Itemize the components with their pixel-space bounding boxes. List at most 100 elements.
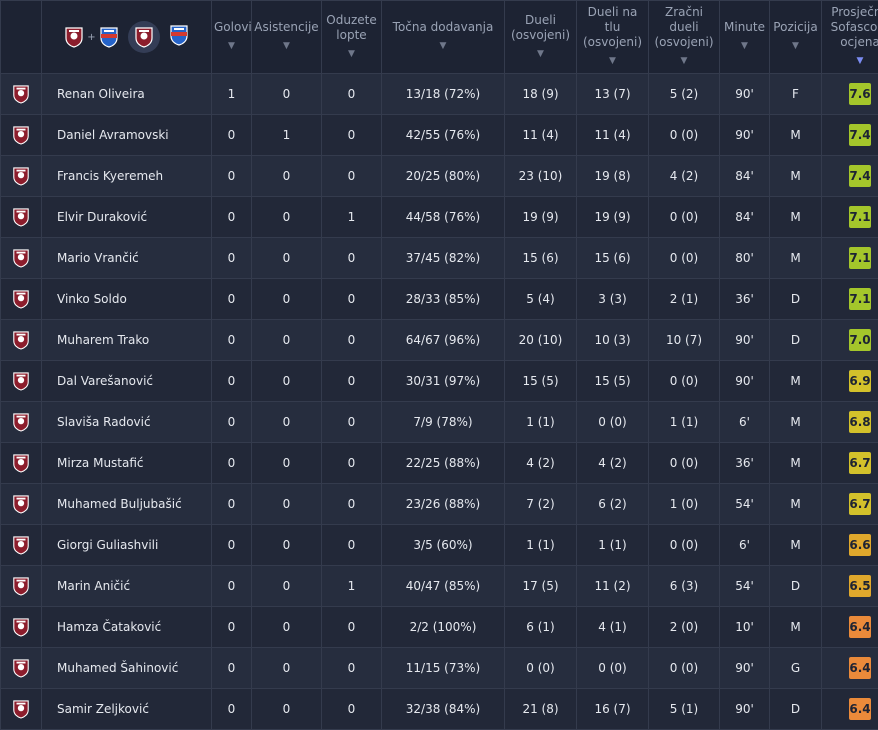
rating-cell: 7.1 <box>821 278 878 320</box>
player-name[interactable]: Mirza Mustafić <box>41 442 212 484</box>
sort-arrow-icon[interactable]: ▼ <box>650 54 719 69</box>
table-row[interactable]: Muhamed Buljubašić 0 0 0 23/26 (88%) 7 (2) 6 (… <box>0 483 878 525</box>
stat-assists: 0 <box>251 278 322 320</box>
stat-duels: 19 (9) <box>504 196 577 238</box>
stat-assists: 0 <box>251 483 322 525</box>
stat-duels: 17 (5) <box>504 565 577 607</box>
table-row[interactable]: Hamza Čataković 0 0 0 2/2 (100%) 6 (1) 4 (1) 2 … <box>0 606 878 648</box>
rating-badge: 6.7 <box>849 452 871 474</box>
team-crest-cell <box>0 278 42 320</box>
stat-assists: 0 <box>251 606 322 648</box>
column-header-rating[interactable]: Prosječna Sofascore ocjena ▼ <box>821 0 878 74</box>
stat-goals: 0 <box>211 647 252 689</box>
team-crest-cell <box>0 442 42 484</box>
column-header-duels[interactable]: Dueli (osvojeni) ▼ <box>504 0 577 74</box>
table-row[interactable]: Francis Kyeremeh 0 0 0 20/25 (80%) 23 (10) 19 … <box>0 155 878 197</box>
sort-arrow-icon[interactable]: ▼ <box>578 54 648 69</box>
table-row[interactable]: Mario Vrančić 0 0 0 37/45 (82%) 15 (6) 15 (6) 0… <box>0 237 878 279</box>
team-crest-cell <box>0 237 42 279</box>
club-crest-icon <box>13 618 29 637</box>
player-name[interactable]: Hamza Čataković <box>41 606 212 648</box>
player-name[interactable]: Mario Vrančić <box>41 237 212 279</box>
team-crest-cell <box>0 155 42 197</box>
player-name[interactable]: Samir Zeljković <box>41 688 212 730</box>
stat-tackles: 0 <box>321 442 382 484</box>
stat-aerial-duels: 2 (0) <box>648 606 720 648</box>
stat-ground-duels: 0 (0) <box>576 401 649 443</box>
sort-arrow-icon[interactable]: ▼ <box>323 47 381 62</box>
stat-duels: 20 (10) <box>504 319 577 361</box>
column-header-ground-duels[interactable]: Dueli na tlu (osvojeni) ▼ <box>576 0 649 74</box>
table-row[interactable]: Muhamed Šahinović 0 0 0 11/15 (73%) 0 (0) 0 (0… <box>0 647 878 689</box>
filter-away-team[interactable] <box>169 24 189 50</box>
column-header-label: Golovi <box>214 20 252 34</box>
column-header-aerial-duels[interactable]: Zračni dueli (osvojeni) ▼ <box>648 0 720 74</box>
rating-badge: 6.7 <box>849 493 871 515</box>
stat-accurate-passes: 22/25 (88%) <box>381 442 505 484</box>
filter-home-team[interactable] <box>127 21 160 53</box>
table-row[interactable]: Mirza Mustafić 0 0 0 22/25 (88%) 4 (2) 4 (2) 0 … <box>0 442 878 484</box>
team-crest-cell <box>0 688 42 730</box>
table-row[interactable]: Renan Oliveira 1 0 0 13/18 (72%) 18 (9) 13 (7)… <box>0 73 878 115</box>
player-name[interactable]: Slaviša Radović <box>41 401 212 443</box>
stat-aerial-duels: 0 (0) <box>648 196 720 238</box>
stat-aerial-duels: 1 (0) <box>648 483 720 525</box>
player-name[interactable]: Elvir Duraković <box>41 196 212 238</box>
header-blank-cell <box>0 0 42 74</box>
table-row[interactable]: Daniel Avramovski 0 1 0 42/55 (76%) 11 (4) 11 … <box>0 114 878 156</box>
player-name[interactable]: Marin Aničić <box>41 565 212 607</box>
table-row[interactable]: Muharem Trako 0 0 0 64/67 (96%) 20 (10) 10 (3)… <box>0 319 878 361</box>
player-name[interactable]: Muharem Trako <box>41 319 212 361</box>
player-name[interactable]: Francis Kyeremeh <box>41 155 212 197</box>
club-crest-icon <box>135 27 153 48</box>
table-row[interactable]: Vinko Soldo 0 0 0 28/33 (85%) 5 (4) 3 (3) 2 (1)… <box>0 278 878 320</box>
column-header-goals[interactable]: Golovi ▼ <box>211 0 252 74</box>
rating-cell: 6.7 <box>821 483 878 525</box>
table-row[interactable]: Giorgi Guliashvili 0 0 0 3/5 (60%) 1 (1) 1 (1)… <box>0 524 878 566</box>
sort-arrow-icon[interactable]: ▼ <box>721 39 769 54</box>
team-crest-cell <box>0 401 42 443</box>
player-name[interactable]: Vinko Soldo <box>41 278 212 320</box>
table-row[interactable]: Marin Aničić 0 0 1 40/47 (85%) 17 (5) 11 (2) 6 … <box>0 565 878 607</box>
table-row[interactable]: Samir Zeljković 0 0 0 32/38 (84%) 21 (8) 16 (7… <box>0 688 878 730</box>
club-crest-icon <box>13 331 29 350</box>
table-row[interactable]: Elvir Duraković 0 0 1 44/58 (76%) 19 (9) 19 (9… <box>0 196 878 238</box>
stat-duels: 1 (1) <box>504 524 577 566</box>
sort-arrow-icon[interactable]: ▼ <box>213 39 251 54</box>
sort-arrow-icon[interactable]: ▼ <box>383 39 504 54</box>
table-row[interactable]: Slaviša Radović 0 0 0 7/9 (78%) 1 (1) 0 (0) 1 (… <box>0 401 878 443</box>
stat-position: M <box>769 524 822 566</box>
stat-aerial-duels: 5 (1) <box>648 688 720 730</box>
sort-arrow-icon[interactable]: ▼ <box>771 39 821 54</box>
stat-aerial-duels: 0 (0) <box>648 237 720 279</box>
rating-badge: 6.4 <box>849 616 871 638</box>
sort-arrow-icon[interactable]: ▼ <box>253 39 321 54</box>
column-header-minutes[interactable]: Minute ▼ <box>719 0 770 74</box>
stat-aerial-duels: 0 (0) <box>648 524 720 566</box>
player-name[interactable]: Dal Varešanović <box>41 360 212 402</box>
stat-aerial-duels: 0 (0) <box>648 360 720 402</box>
stat-assists: 0 <box>251 688 322 730</box>
player-name[interactable]: Giorgi Guliashvili <box>41 524 212 566</box>
sort-arrow-icon[interactable]: ▼ <box>823 54 878 69</box>
player-name[interactable]: Muhamed Buljubašić <box>41 483 212 525</box>
player-name[interactable]: Renan Oliveira <box>41 73 212 115</box>
sort-arrow-icon[interactable]: ▼ <box>506 47 576 62</box>
stat-minutes: 84' <box>719 155 770 197</box>
column-header-tackles[interactable]: Oduzete lopte ▼ <box>321 0 382 74</box>
club-crest-icon <box>13 290 29 309</box>
stat-position: M <box>769 114 822 156</box>
stat-goals: 0 <box>211 401 252 443</box>
player-name[interactable]: Daniel Avramovski <box>41 114 212 156</box>
club-crest-icon <box>13 454 29 473</box>
column-header-passes[interactable]: Točna dodavanja ▼ <box>381 0 505 74</box>
player-name[interactable]: Muhamed Šahinović <box>41 647 212 689</box>
stat-aerial-duels: 4 (2) <box>648 155 720 197</box>
rating-cell: 7.6 <box>821 73 878 115</box>
filter-both-teams[interactable]: + <box>64 26 118 48</box>
rating-cell: 6.5 <box>821 565 878 607</box>
stat-tackles: 0 <box>321 606 382 648</box>
column-header-assists[interactable]: Asistencije ▼ <box>251 0 322 74</box>
column-header-position[interactable]: Pozicija ▼ <box>769 0 822 74</box>
table-row[interactable]: Dal Varešanović 0 0 0 30/31 (97%) 15 (5) 15 (5… <box>0 360 878 402</box>
